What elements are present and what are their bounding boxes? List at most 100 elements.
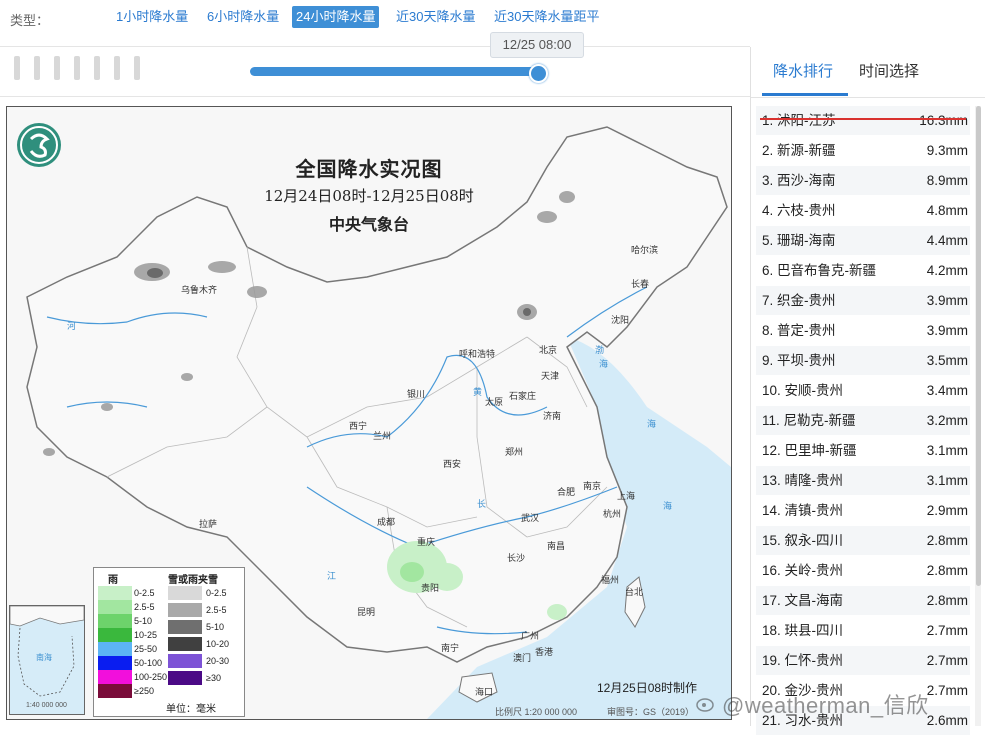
city-label: 郑州 [505,447,524,457]
ranking-row[interactable]: 4. 六枝-贵州 4.8mm [756,196,970,226]
precip-value: 3.1mm [926,443,968,458]
ranking-row[interactable]: 10. 安顺-贵州 3.4mm [756,376,970,406]
sea-label: 海 [663,501,673,511]
station-name: 3. 西沙-海南 [762,173,836,188]
tab-6h-precip[interactable]: 6小时降水量 [203,6,283,28]
scale-label: 比例尺 1:20 000 000 [495,707,578,717]
precip-ranking-list: 1. 沭阳-江苏 16.3mm 2. 新源-新疆 9.3mm 3. 西沙-海南 8.9mm… [756,106,970,736]
city-label: 广州 [521,631,540,641]
divider [0,46,750,47]
precip-value: 2.7mm [926,623,968,638]
city-label: 北京 [539,345,558,355]
station-name: 18. 珙县-四川 [762,623,844,638]
type-label: 类型： [10,13,50,28]
city-label: 长沙 [507,553,526,563]
precip-value: 3.1mm [926,473,968,488]
legend-snow-label: 5-10 [206,622,225,632]
active-tab-indicator [762,93,848,96]
ranking-row[interactable]: 11. 尼勒克-新疆 3.2mm [756,406,970,436]
ranking-row[interactable]: 9. 平坝-贵州 3.5mm [756,346,970,376]
tab-time-select[interactable]: 时间选择 [859,60,919,81]
precip-value: 3.4mm [926,383,968,398]
time-slider-track[interactable] [250,67,538,76]
ranking-row[interactable]: 17. 文昌-海南 2.8mm [756,586,970,616]
ranking-row[interactable]: 18. 珙县-四川 2.7mm [756,616,970,646]
scrollbar-thumb[interactable] [976,106,981,586]
ranking-row[interactable]: 5. 珊瑚-海南 4.4mm [756,226,970,256]
tab-24h-precip[interactable]: 24小时降水量 [292,6,380,28]
river-label: 江 [327,571,337,581]
ranking-row[interactable]: 19. 仁怀-贵州 2.7mm [756,646,970,676]
ranking-row[interactable]: 8. 普定-贵州 3.9mm [756,316,970,346]
ranking-row[interactable]: 12. 巴里坤-新疆 3.1mm [756,436,970,466]
legend-snow-label: ≥30 [206,673,221,683]
tab-30d-precip[interactable]: 近30天降水量 [392,6,479,28]
city-label: 石家庄 [509,391,537,401]
city-label: 昆明 [357,607,376,617]
station-name: 2. 新源-新疆 [762,143,836,158]
station-name: 4. 六枝-贵州 [762,203,836,218]
precip-value: 3.5mm [926,353,968,368]
south-china-sea-inset: 南海 1:40 000 000 [9,605,85,715]
precip-value: 2.9mm [926,503,968,518]
ranking-row[interactable]: 15. 叙永-四川 2.8mm [756,526,970,556]
precip-value: 3.2mm [926,413,968,428]
map-period: 12月24日08时-12月25日08时 [264,187,474,205]
city-label: 西宁 [349,421,368,431]
ranking-row[interactable]: 2. 新源-新疆 9.3mm [756,136,970,166]
city-label: 澳门 [513,653,532,663]
ranking-row[interactable]: 6. 巴音布鲁克-新疆 4.2mm [756,256,970,286]
station-name: 9. 平坝-贵州 [762,353,836,368]
station-name: 1. 沭阳-江苏 [762,113,836,128]
city-label: 武汉 [521,513,540,523]
ranking-row[interactable]: 1. 沭阳-江苏 16.3mm [756,106,970,136]
station-name: 5. 珊瑚-海南 [762,233,836,248]
precip-value: 4.8mm [926,203,968,218]
city-label: 乌鲁木齐 [181,285,218,295]
city-label: 重庆 [417,537,436,547]
precip-value: 2.8mm [926,533,968,548]
tab-precip-ranking[interactable]: 降水排行 [773,60,833,81]
city-label: 香港 [535,647,554,657]
precip-value: 8.9mm [926,173,968,188]
legend-rain-swatch [98,586,132,600]
precip-value: 3.9mm [926,323,968,338]
station-name: 14. 清镇-贵州 [762,503,844,518]
tab-1h-precip[interactable]: 1小时降水量 [112,6,192,28]
precip-value: 2.7mm [926,653,968,668]
legend-rain-swatch [98,670,132,684]
legend-snow-header: 雪或雨夹雪 [168,575,218,586]
station-name: 11. 尼勒克-新疆 [762,413,856,428]
precip-value: 9.3mm [926,143,968,158]
right-panel-tabs: 降水排行 时间选择 [751,47,985,98]
city-label: 银川 [407,389,426,399]
ranking-row[interactable]: 13. 晴隆-贵州 3.1mm [756,466,970,496]
time-tooltip: 12/25 08:00 [490,32,584,58]
legend-rain-swatch [98,628,132,642]
time-slider-handle[interactable] [529,64,548,83]
city-label: 上海 [617,491,636,501]
legend-snow-swatch [168,603,202,617]
city-label: 福州 [601,575,620,585]
ranking-row[interactable]: 7. 织金-贵州 3.9mm [756,286,970,316]
legend-rain-swatch [98,684,132,698]
city-label: 海口 [475,687,494,697]
city-label: 贵阳 [421,583,440,593]
station-name: 12. 巴里坤-新疆 [762,443,857,458]
legend-snow-label: 10-20 [206,639,230,649]
ranking-row[interactable]: 16. 关岭-贵州 2.8mm [756,556,970,586]
precip-value: 4.2mm [926,263,968,278]
precip-value: 2.7mm [926,683,968,698]
ranking-row[interactable]: 14. 清镇-贵州 2.9mm [756,496,970,526]
city-label: 成都 [377,517,396,527]
map-title: 全国降水实况图 [295,157,443,181]
precip-value: 16.3mm [919,113,968,128]
made-time-label: 12月25日08时制作 [597,681,698,695]
city-label: 杭州 [603,509,622,519]
city-label: 台北 [625,587,644,597]
station-name: 10. 安顺-贵州 [762,383,844,398]
ranking-row[interactable]: 3. 西沙-海南 8.9mm [756,166,970,196]
tab-30d-anomaly[interactable]: 近30天降水量距平 [490,6,603,28]
city-label: 沈阳 [611,315,630,325]
legend-snow-swatch [168,637,202,651]
